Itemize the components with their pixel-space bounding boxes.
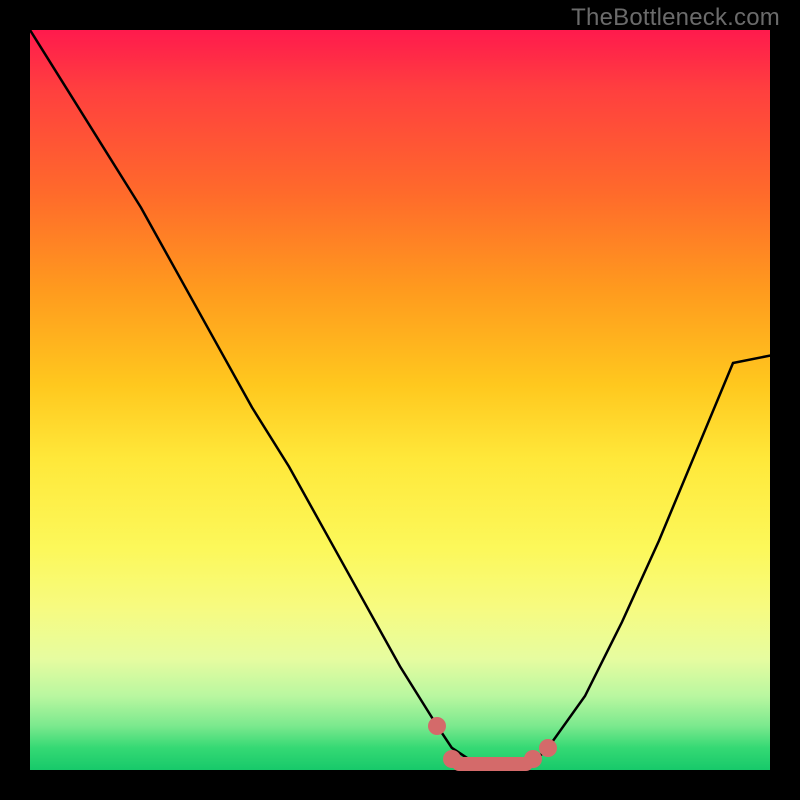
curve-svg xyxy=(30,30,770,770)
chart-container: TheBottleneck.com xyxy=(0,0,800,800)
plot-area xyxy=(30,30,770,770)
marker-right-dot xyxy=(539,739,557,757)
bottleneck-curve xyxy=(30,30,770,770)
marker-bridge xyxy=(452,757,533,771)
marker-left-dot xyxy=(428,717,446,735)
watermark-text: TheBottleneck.com xyxy=(571,4,780,32)
